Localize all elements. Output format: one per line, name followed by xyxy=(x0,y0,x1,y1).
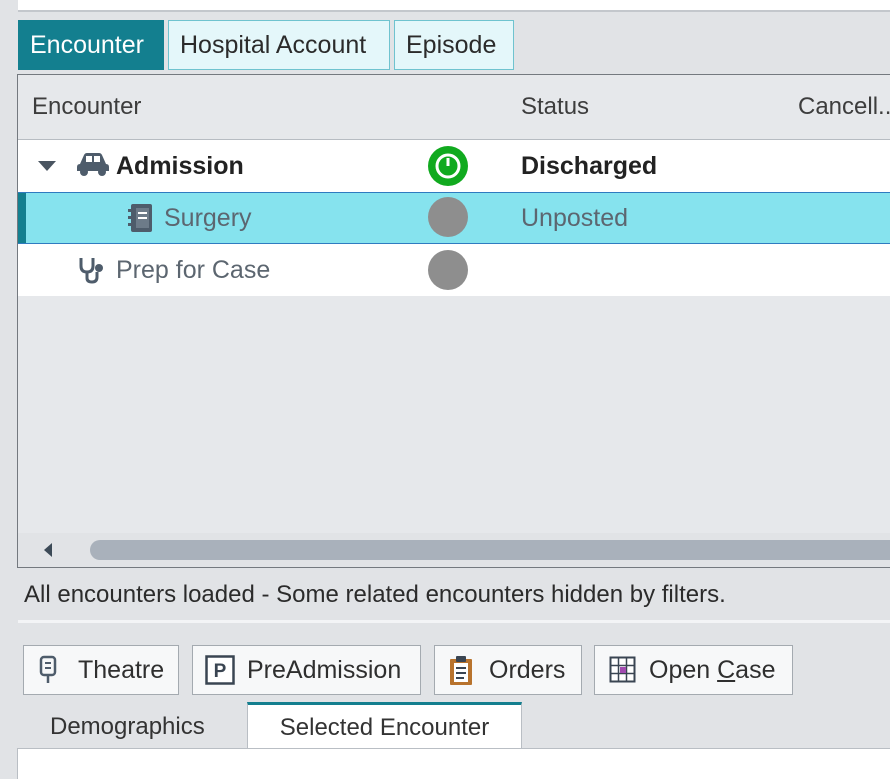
clipboard-icon xyxy=(450,656,472,685)
selected-encounter-panel xyxy=(17,748,890,779)
expand-arrow-icon[interactable] xyxy=(38,161,56,171)
orders-button[interactable]: Orders xyxy=(434,645,582,695)
stethoscope-icon xyxy=(79,258,103,284)
clock-icon xyxy=(428,146,468,186)
encounter-status: Unposted xyxy=(521,204,629,232)
preadmission-button[interactable]: P PreAdmission xyxy=(192,645,421,695)
tab-hospital-account[interactable]: Hospital Account xyxy=(168,20,390,70)
scrollbar-thumb[interactable] xyxy=(90,540,890,560)
column-header-cancelled[interactable]: Cancell... xyxy=(798,75,890,139)
grey-circle-icon xyxy=(428,197,468,237)
tab-demographics[interactable]: Demographics xyxy=(50,704,205,750)
encounter-grid: Encounter Status Cancell... Admission Di… xyxy=(17,74,890,568)
tab-selected-encounter[interactable]: Selected Encounter xyxy=(247,702,522,750)
status-message: All encounters loaded - Some related enc… xyxy=(24,581,726,608)
selection-marker xyxy=(18,193,26,243)
divider xyxy=(18,620,890,623)
encounter-row-prep-for-case[interactable]: Prep for Case xyxy=(18,244,890,296)
car-icon xyxy=(77,153,109,176)
theatre-button-label: Theatre xyxy=(78,656,165,684)
iv-bag-icon xyxy=(39,655,57,683)
encounter-row-surgery[interactable]: Surgery Unposted xyxy=(18,192,890,244)
tab-episode[interactable]: Episode xyxy=(394,20,514,70)
top-strip xyxy=(18,0,890,12)
scroll-left-arrow-icon[interactable] xyxy=(44,543,52,557)
preadmission-button-label: PreAdmission xyxy=(247,656,402,684)
orders-button-label: Orders xyxy=(489,656,566,684)
encounter-status: Discharged xyxy=(521,152,658,180)
theatre-button[interactable]: Theatre xyxy=(23,645,179,695)
encounter-row-admission[interactable]: Admission Discharged xyxy=(18,140,890,192)
column-header-encounter[interactable]: Encounter xyxy=(32,75,141,139)
encounter-name: Prep for Case xyxy=(116,256,271,284)
horizontal-scrollbar[interactable] xyxy=(18,533,890,567)
svg-text:P: P xyxy=(214,661,227,682)
open-case-button-label: Open Case xyxy=(649,656,776,684)
open-case-button[interactable]: Open Case xyxy=(594,645,793,695)
tab-encounter[interactable]: Encounter xyxy=(18,20,164,70)
encounter-name: Surgery xyxy=(164,204,252,232)
p-icon: P xyxy=(205,655,235,685)
notebook-icon xyxy=(128,204,152,232)
grid-icon xyxy=(609,656,636,683)
encounter-name: Admission xyxy=(116,152,244,180)
grid-header: Encounter Status Cancell... xyxy=(18,75,890,140)
column-header-status[interactable]: Status xyxy=(521,75,589,139)
grey-circle-icon xyxy=(428,250,468,290)
